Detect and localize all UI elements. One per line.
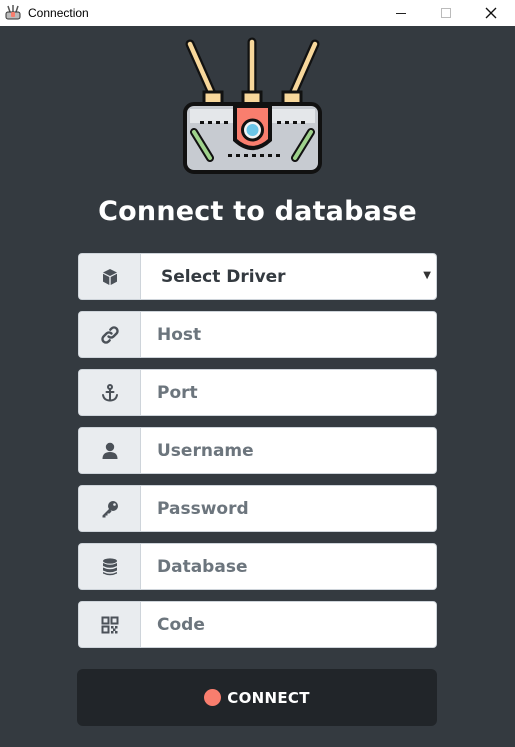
key-icon	[102, 500, 118, 517]
password-prefix	[79, 486, 141, 531]
driver-select-value[interactable]: Select Driver ▼	[141, 254, 436, 299]
connect-button[interactable]: CONNECT	[77, 669, 437, 726]
chevron-down-icon: ▼	[423, 270, 431, 281]
user-icon	[102, 442, 117, 459]
username-field-group	[78, 427, 437, 474]
driver-prefix	[79, 254, 141, 299]
minimize-button[interactable]	[378, 0, 424, 26]
database-input[interactable]	[141, 544, 436, 589]
router-illustration	[183, 37, 322, 174]
window-title: Connection	[28, 6, 89, 20]
router-icon	[5, 5, 21, 20]
connect-button-label: CONNECT	[227, 688, 310, 707]
password-field-group	[78, 485, 437, 532]
username-input[interactable]	[141, 428, 436, 473]
link-icon	[100, 325, 119, 344]
database-prefix	[79, 544, 141, 589]
host-input[interactable]	[141, 312, 436, 357]
anchor-icon	[101, 383, 118, 402]
code-input[interactable]	[141, 602, 436, 647]
cube-icon	[102, 268, 117, 285]
close-button[interactable]	[468, 0, 514, 26]
maximize-button[interactable]	[423, 0, 469, 26]
driver-select[interactable]: Select Driver ▼	[78, 253, 437, 300]
qrcode-icon	[101, 616, 118, 633]
database-field-group	[78, 543, 437, 590]
driver-selected-label: Select Driver	[161, 266, 286, 287]
host-field-group	[78, 311, 437, 358]
close-icon	[485, 7, 497, 19]
page-title: Connect to database	[98, 196, 417, 227]
password-input[interactable]	[141, 486, 436, 531]
status-dot-icon	[204, 689, 222, 706]
code-prefix	[79, 602, 141, 647]
port-input[interactable]	[141, 370, 436, 415]
host-prefix	[79, 312, 141, 357]
title-bar: Connection	[0, 0, 515, 26]
port-prefix	[79, 370, 141, 415]
port-field-group	[78, 369, 437, 416]
username-prefix	[79, 428, 141, 473]
minimize-icon	[396, 12, 406, 14]
maximize-icon	[441, 8, 451, 18]
database-icon	[102, 557, 117, 575]
code-field-group	[78, 601, 437, 648]
